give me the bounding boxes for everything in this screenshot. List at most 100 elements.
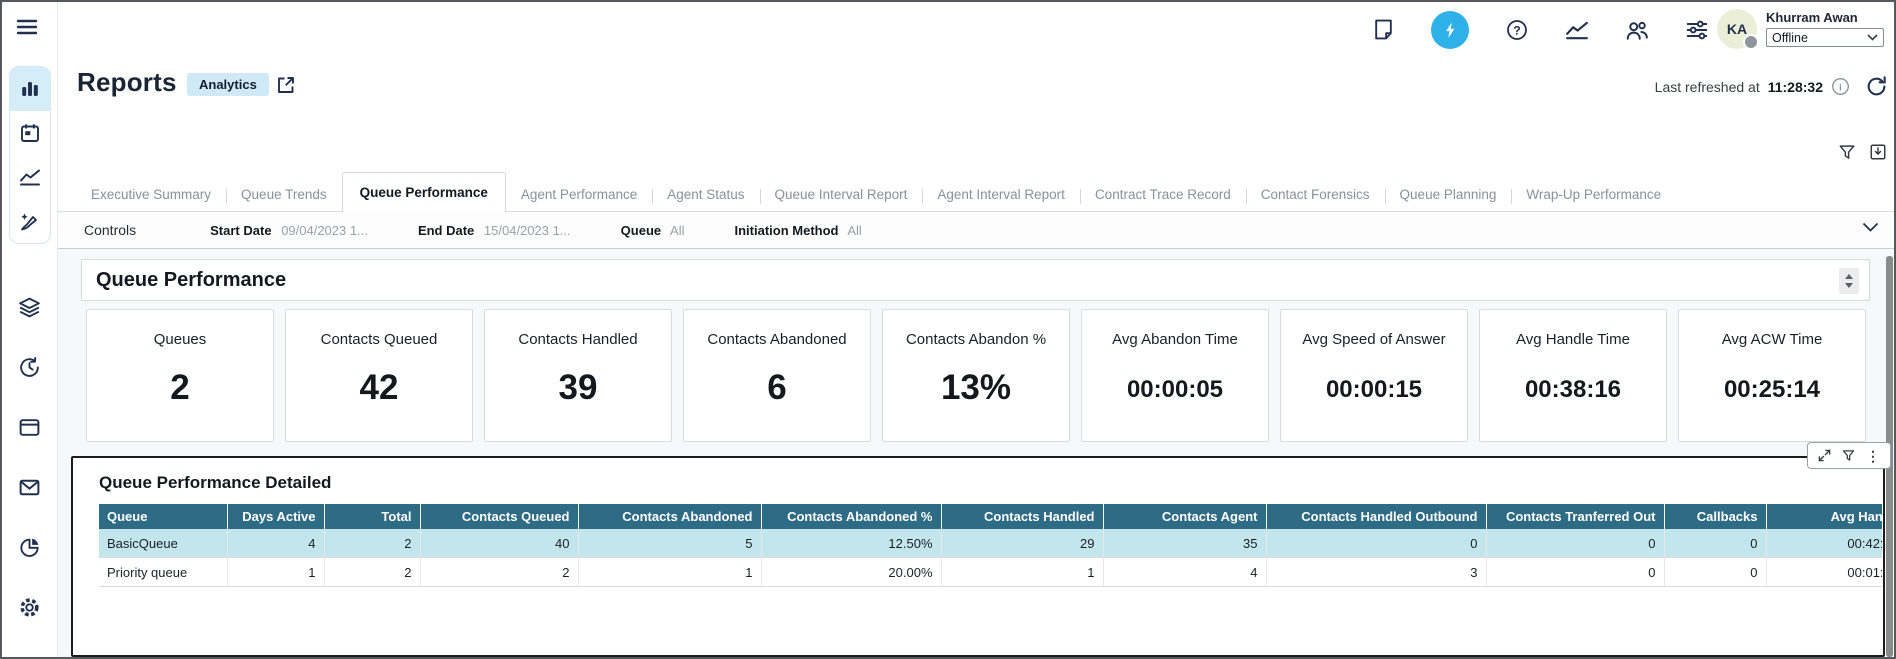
col-contacts-handled-outbound[interactable]: Contacts Handled Outbound [1266,504,1486,529]
question-glyph: ? [1513,23,1520,37]
filter-queue[interactable]: Queue All [621,223,685,238]
sliders-button[interactable] [1685,18,1709,42]
kpi-card-contacts-handled: Contacts Handled 39 [484,309,672,442]
calendar-icon [19,122,41,144]
pie-chart-icon [18,536,41,559]
table-header-row: Queue Days Active Total Contacts Queued … [99,504,1882,529]
avatar-initials: KA [1727,21,1747,37]
tab-queue-performance[interactable]: Queue Performance [342,172,506,212]
kebab-icon: ⋮ [1866,449,1880,463]
sidebar [2,2,58,657]
avatar: KA [1717,9,1757,49]
kpi-card-avg-abandon-time: Avg Abandon Time 00:00:05 [1081,309,1269,442]
sidebar-item-pie-reports[interactable] [18,536,41,559]
table-row-priority-queue[interactable]: Priority queue1 22 120.00% 14 30 000:01:… [99,558,1882,587]
tab-contract-trace-record[interactable]: Contract Trace Record [1080,178,1246,211]
last-refreshed-time: 11:28:32 [1768,79,1823,95]
report-tools [1838,143,1887,161]
sidebar-item-settings[interactable] [18,596,41,619]
design-brush-icon [19,210,41,232]
refresh-icon[interactable] [1865,75,1888,98]
spinner-up-icon[interactable] [1845,274,1853,279]
sidebar-item-calendar[interactable] [10,111,50,155]
col-contacts-agent[interactable]: Contacts Agent [1103,504,1266,529]
filter-icon[interactable] [1838,143,1856,161]
col-contacts-abandoned-pct[interactable]: Contacts Abandoned % [761,504,941,529]
kpi-card-contacts-queued: Contacts Queued 42 [285,309,473,442]
users-button[interactable] [1625,18,1649,42]
kpi-card-queues: Queues 2 [86,309,274,442]
download-icon[interactable] [1869,143,1887,161]
tab-queue-planning[interactable]: Queue Planning [1385,178,1512,211]
queue-performance-detailed-panel: Queue Performance Detailed Queue Days Ac… [71,456,1885,657]
section-title: Queue Performance [82,269,286,292]
sidebar-nav-group [9,66,51,244]
tab-wrap-up-performance[interactable]: Wrap-Up Performance [1511,178,1676,211]
metrics-button[interactable] [1565,18,1589,42]
report-tabs: Executive Summary Queue Trends Queue Per… [58,170,1894,212]
bar-chart-icon [19,78,41,100]
report-body: Queue Performance Queues 2 Contacts Queu… [58,249,1894,657]
section-header: Queue Performance [81,259,1870,301]
status-select[interactable]: Offline [1766,28,1884,47]
notes-button[interactable] [1372,18,1395,41]
user-name: Khurram Awan [1766,10,1884,25]
tab-queue-trends[interactable]: Queue Trends [226,178,342,211]
sidebar-item-history[interactable] [18,356,41,379]
topbar: ? KA Khurram [58,2,1894,57]
help-button[interactable]: ? [1505,18,1529,42]
sidebar-item-layers[interactable] [18,296,41,319]
widget-filter-button[interactable] [1842,449,1855,462]
controls-chevron-down-icon[interactable] [1862,222,1879,233]
tab-agent-interval-report[interactable]: Agent Interval Report [922,178,1080,211]
spinner-down-icon[interactable] [1845,283,1853,288]
analytics-badge: Analytics [187,73,269,96]
tab-executive-summary[interactable]: Executive Summary [76,178,226,211]
col-contacts-tranferred-out[interactable]: Contacts Tranferred Out [1486,504,1664,529]
filter-start-date[interactable]: Start Date 09/04/2023 1... [210,223,368,238]
detail-table-title: Queue Performance Detailed [99,473,331,493]
tab-agent-status[interactable]: Agent Status [652,178,759,211]
history-icon [18,356,41,379]
table-row-basicqueue[interactable]: BasicQueue4 240 512.50% 2935 00 000:42:2… [99,529,1882,558]
external-link-icon[interactable] [275,74,297,96]
metrics-chart-icon [1565,18,1589,42]
col-avg-handle[interactable]: Avg Handl. [1766,504,1882,529]
col-queue[interactable]: Queue [99,504,227,529]
last-refreshed: Last refreshed at 11:28:32 i [1655,77,1850,96]
browser-window-icon [18,416,41,439]
sidebar-item-mail[interactable] [18,476,41,499]
col-contacts-handled[interactable]: Contacts Handled [941,504,1103,529]
section-spinner[interactable] [1839,268,1859,294]
last-refreshed-label: Last refreshed at [1655,79,1760,95]
expand-button[interactable] [1818,449,1831,462]
col-contacts-abandoned[interactable]: Contacts Abandoned [578,504,761,529]
kpi-card-avg-acw-time: Avg ACW Time 00:25:14 [1678,309,1866,442]
controls-label: Controls [84,222,136,238]
filter-initiation-method[interactable]: Initiation Method All [734,223,861,238]
user-menu[interactable]: KA Khurram Awan Offline [1717,9,1884,49]
sidebar-item-design[interactable] [10,199,50,243]
tab-queue-interval-report[interactable]: Queue Interval Report [760,178,923,211]
sidebar-item-analytics[interactable] [10,67,50,111]
more-options-button[interactable]: ⋮ [1866,449,1880,463]
detail-table: Queue Days Active Total Contacts Queued … [99,504,1882,587]
hamburger-menu-icon[interactable] [13,13,41,41]
tab-contact-forensics[interactable]: Contact Forensics [1246,178,1385,211]
col-contacts-queued[interactable]: Contacts Queued [420,504,578,529]
info-icon[interactable]: i [1831,77,1850,96]
widget-filter-icon [1842,449,1855,462]
sidebar-item-metrics[interactable] [10,155,50,199]
filter-end-date[interactable]: End Date 15/04/2023 1... [418,223,571,238]
users-icon [1625,18,1649,42]
kpi-card-contacts-abandon-pct: Contacts Abandon % 13% [882,309,1070,442]
note-icon [1372,18,1395,41]
controls-bar: Controls Start Date 09/04/2023 1... End … [58,212,1894,249]
col-total[interactable]: Total [324,504,420,529]
realtime-button[interactable] [1431,11,1469,49]
col-days-active[interactable]: Days Active [227,504,324,529]
col-callbacks[interactable]: Callbacks [1664,504,1766,529]
layers-icon [18,296,41,319]
tab-agent-performance[interactable]: Agent Performance [506,178,652,211]
sidebar-item-browser[interactable] [18,416,41,439]
